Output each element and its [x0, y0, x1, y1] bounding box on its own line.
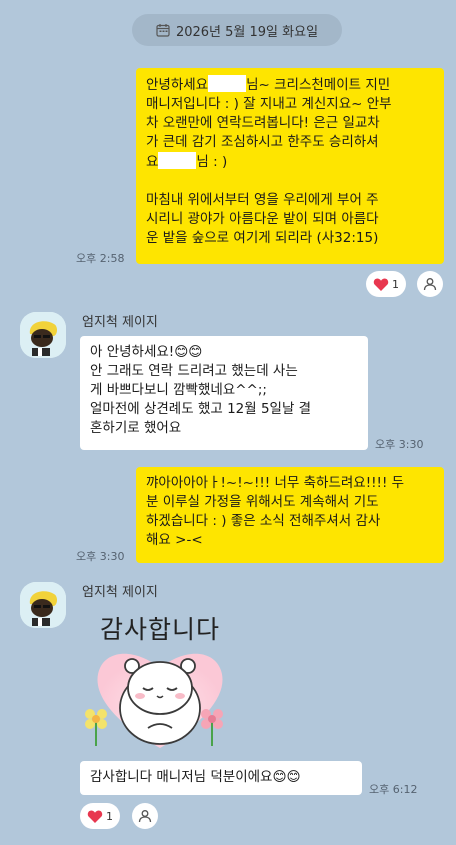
avatar[interactable] [20, 312, 66, 358]
message-time: 오후 3:30 [76, 550, 125, 563]
reaction-count: 1 [392, 277, 399, 291]
sender-name: 엄지척 제이지 [82, 315, 158, 330]
profile-character-image [20, 312, 66, 358]
my-message-bubble[interactable]: 꺄아아아아ㅏ!~!~!!! 너무 축하드려요!!!! 두 분 이루실 가정을 위… [136, 467, 444, 563]
message-time: 오후 2:58 [76, 252, 125, 265]
date-divider-text: 2026년 5월 19일 화요일 [175, 24, 319, 40]
redacted-name [158, 152, 197, 169]
heart-icon [373, 278, 389, 291]
message-text: 안녕하세요 [146, 77, 209, 93]
reaction-badge[interactable]: 1 [366, 271, 406, 297]
sticker-caption: 감사합니다 [99, 615, 220, 644]
thank-you-sticker[interactable]: 감사합니다 [80, 610, 240, 758]
heart-icon [87, 810, 103, 823]
reaction-badge[interactable]: 1 [80, 803, 120, 829]
add-reaction-button[interactable] [132, 803, 158, 829]
person-icon [138, 810, 152, 823]
sender-name: 엄지척 제이지 [82, 585, 158, 600]
reaction-count: 1 [106, 809, 113, 823]
add-reaction-button[interactable] [417, 271, 443, 297]
calendar-icon [156, 24, 170, 37]
other-message-bubble[interactable]: 아 안녕하세요!😊😊 안 그래도 연락 드리려고 했는데 사는 게 바쁘다보니 … [80, 336, 368, 450]
person-icon [423, 278, 437, 291]
avatar[interactable] [20, 582, 66, 628]
redacted-name [208, 75, 247, 92]
profile-character-image [20, 582, 66, 628]
my-message-bubble[interactable]: 안녕하세요 님~ 크리스천메이트 지민 매니저입니다 : ) 잘 지내고 계신지요… [136, 68, 444, 264]
message-time: 오후 3:30 [375, 438, 424, 451]
message-time: 오후 6:12 [369, 783, 418, 796]
other-message-bubble[interactable]: 감사합니다 매니저님 덕분이에요😊😊 [80, 761, 362, 795]
date-divider: 2026년 5월 19일 화요일 [132, 14, 342, 46]
